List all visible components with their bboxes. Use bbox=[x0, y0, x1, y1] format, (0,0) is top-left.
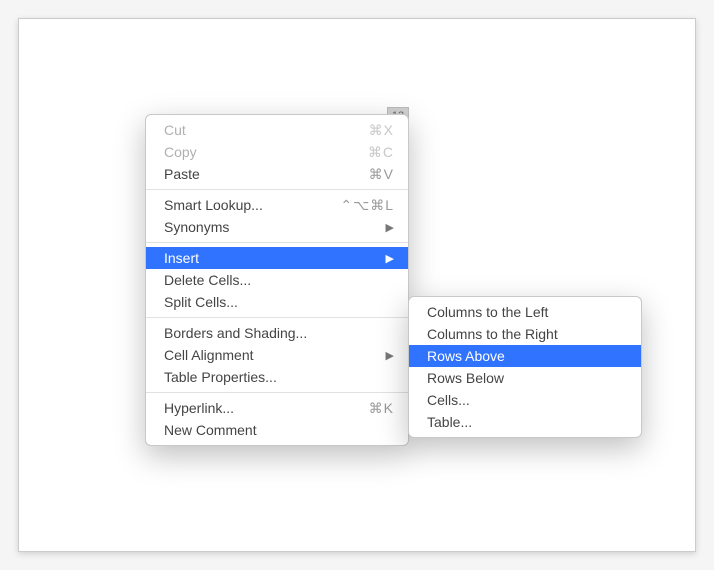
menu-separator bbox=[146, 317, 408, 318]
menu-item-rows-below[interactable]: Rows Below bbox=[409, 367, 641, 389]
menu-item-rows-above[interactable]: Rows Above bbox=[409, 345, 641, 367]
menu-item-shortcut: ⌘K bbox=[369, 400, 394, 417]
menu-item-delete-cells[interactable]: Delete Cells... bbox=[146, 269, 408, 291]
menu-item-label: Paste bbox=[164, 166, 369, 182]
menu-item-label: Columns to the Right bbox=[427, 326, 627, 342]
menu-item-label: Cut bbox=[164, 122, 369, 138]
menu-separator bbox=[146, 392, 408, 393]
menu-item-label: Smart Lookup... bbox=[164, 197, 340, 213]
menu-item-label: Rows Above bbox=[427, 348, 627, 364]
menu-item-borders-shading[interactable]: Borders and Shading... bbox=[146, 322, 408, 344]
menu-item-shortcut: ⌘V bbox=[369, 166, 394, 183]
menu-item-cut: Cut⌘X bbox=[146, 119, 408, 141]
menu-item-label: Delete Cells... bbox=[164, 272, 394, 288]
menu-item-label: Rows Below bbox=[427, 370, 627, 386]
menu-item-label: Insert bbox=[164, 250, 386, 266]
menu-item-shortcut: ⌘C bbox=[368, 144, 394, 161]
menu-item-shortcut: ⌘X bbox=[369, 122, 394, 139]
menu-item-cell-alignment[interactable]: Cell Alignment▶ bbox=[146, 344, 408, 366]
submenu-arrow-icon: ▶ bbox=[386, 252, 394, 265]
menu-item-copy: Copy⌘C bbox=[146, 141, 408, 163]
menu-item-label: Table... bbox=[427, 414, 627, 430]
menu-item-cols-right[interactable]: Columns to the Right bbox=[409, 323, 641, 345]
menu-separator bbox=[146, 242, 408, 243]
menu-item-label: Table Properties... bbox=[164, 369, 394, 385]
menu-item-paste[interactable]: Paste⌘V bbox=[146, 163, 408, 185]
menu-item-label: Borders and Shading... bbox=[164, 325, 394, 341]
menu-item-label: Columns to the Left bbox=[427, 304, 627, 320]
menu-item-split-cells[interactable]: Split Cells... bbox=[146, 291, 408, 313]
menu-item-label: Split Cells... bbox=[164, 294, 394, 310]
menu-item-label: New Comment bbox=[164, 422, 394, 438]
menu-item-new-comment[interactable]: New Comment bbox=[146, 419, 408, 441]
context-menu: Cut⌘XCopy⌘CPaste⌘VSmart Lookup...⌃⌥⌘LSyn… bbox=[145, 114, 409, 446]
menu-item-label: Cell Alignment bbox=[164, 347, 386, 363]
menu-item-cols-left[interactable]: Columns to the Left bbox=[409, 301, 641, 323]
menu-item-table-properties[interactable]: Table Properties... bbox=[146, 366, 408, 388]
insert-submenu: Columns to the Left Columns to the Right R… bbox=[408, 296, 642, 438]
menu-item-label: Hyperlink... bbox=[164, 400, 369, 416]
menu-item-smart-lookup[interactable]: Smart Lookup...⌃⌥⌘L bbox=[146, 194, 408, 216]
menu-item-label: Cells... bbox=[427, 392, 627, 408]
menu-item-shortcut: ⌃⌥⌘L bbox=[340, 197, 394, 214]
menu-item-synonyms[interactable]: Synonyms▶ bbox=[146, 216, 408, 238]
menu-item-label: Synonyms bbox=[164, 219, 386, 235]
menu-item-table[interactable]: Table... bbox=[409, 411, 641, 433]
submenu-arrow-icon: ▶ bbox=[386, 349, 394, 362]
menu-item-cells[interactable]: Cells... bbox=[409, 389, 641, 411]
menu-item-hyperlink[interactable]: Hyperlink...⌘K bbox=[146, 397, 408, 419]
menu-separator bbox=[146, 189, 408, 190]
menu-item-insert[interactable]: Insert▶ bbox=[146, 247, 408, 269]
submenu-arrow-icon: ▶ bbox=[386, 221, 394, 234]
menu-item-label: Copy bbox=[164, 144, 368, 160]
